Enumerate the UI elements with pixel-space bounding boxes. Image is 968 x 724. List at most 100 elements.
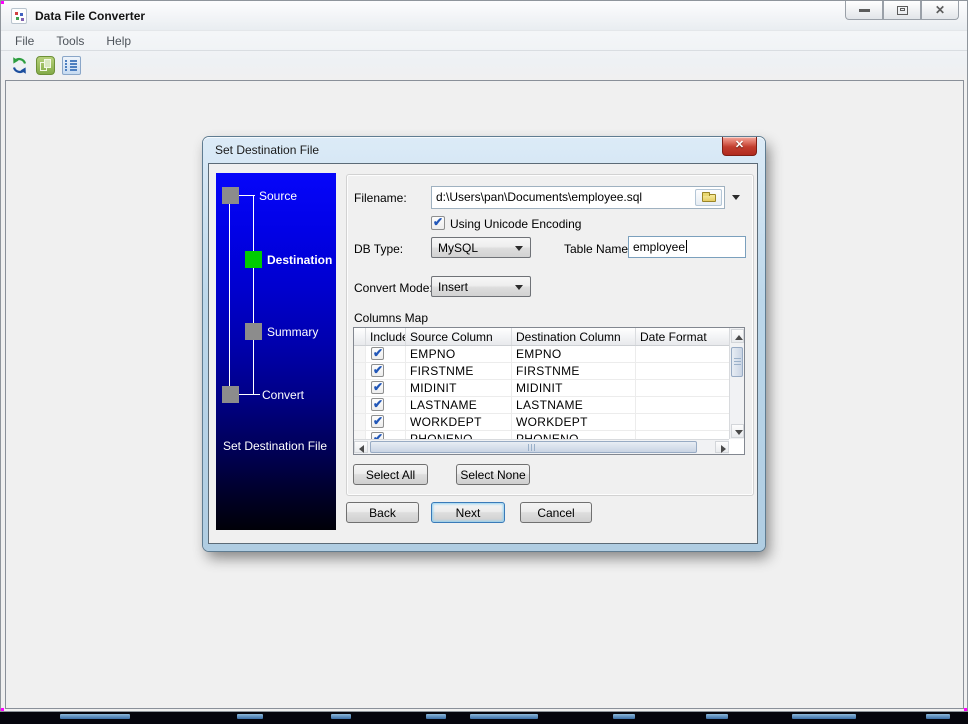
convert-mode-label: Convert Mode: (354, 281, 433, 295)
list-line (70, 60, 77, 62)
db-type-select[interactable]: MySQL (431, 237, 531, 258)
include-column-header[interactable]: Include (366, 328, 406, 345)
source-column-header[interactable]: Source Column (406, 328, 512, 345)
wizard-connector (239, 195, 255, 196)
filename-dropdown-icon[interactable] (732, 195, 740, 200)
dialog-close-button[interactable]: ✕ (722, 137, 757, 156)
copy-files-icon[interactable] (36, 56, 55, 75)
destination-column-cell: WORKDEPT (512, 414, 636, 430)
close-button[interactable]: ✕ (921, 1, 959, 20)
next-button[interactable]: Next (431, 502, 505, 523)
columns-map-label: Columns Map (354, 311, 428, 325)
browse-button[interactable] (695, 189, 722, 206)
chevron-down-icon (515, 285, 523, 290)
maximize-icon (897, 6, 908, 15)
folder-icon (702, 194, 716, 202)
include-cell (366, 380, 406, 396)
table-row: WORKDEPT WORKDEPT (354, 414, 729, 431)
date-format-cell (636, 363, 729, 379)
scroll-right-button[interactable] (715, 441, 729, 453)
wizard-step-summary-marker (245, 323, 262, 340)
convert-mode-select[interactable]: Insert (431, 276, 531, 297)
corner-pixel (964, 708, 967, 711)
date-format-cell (636, 380, 729, 396)
vertical-scroll-thumb[interactable] (731, 347, 743, 377)
db-type-label: DB Type: (354, 242, 403, 256)
menu-help[interactable]: Help (106, 34, 131, 48)
thumb-grip (734, 361, 741, 362)
scroll-up-button[interactable] (731, 329, 744, 343)
row-selector[interactable] (354, 346, 366, 362)
taskbar-segment (60, 714, 130, 719)
scroll-left-button[interactable] (354, 441, 368, 453)
wizard-step-summary-label: Summary (267, 325, 318, 339)
wizard-sidebar: Source Destination Summary Convert Set D… (216, 173, 336, 530)
table-row: FIRSTNME FIRSTNME (354, 363, 729, 380)
table-name-input[interactable]: employee (628, 236, 746, 258)
include-cell (366, 346, 406, 362)
arrow-left-icon (359, 445, 364, 453)
wizard-connector (229, 204, 230, 395)
include-checkbox[interactable] (371, 415, 384, 428)
row-selector[interactable] (354, 397, 366, 413)
destination-column-header[interactable]: Destination Column (512, 328, 636, 345)
include-checkbox[interactable] (371, 347, 384, 360)
include-checkbox[interactable] (371, 381, 384, 394)
horizontal-scrollbar[interactable] (354, 439, 729, 454)
corner-pixel (1, 708, 4, 711)
row-selector[interactable] (354, 380, 366, 396)
include-cell (366, 414, 406, 430)
set-destination-dialog: Set Destination File ✕ Source Destinatio… (203, 137, 765, 551)
convert-mode-value: Insert (438, 280, 468, 294)
horizontal-scroll-thumb[interactable] (370, 441, 697, 453)
arrow-down-icon (735, 430, 743, 435)
minimize-button[interactable] (845, 1, 883, 20)
wizard-step-source-label: Source (259, 189, 297, 203)
chevron-down-icon (515, 246, 523, 251)
select-all-button[interactable]: Select All (353, 464, 428, 485)
taskbar-segment (470, 714, 538, 719)
window-title: Data File Converter (35, 9, 145, 23)
date-format-column-header[interactable]: Date Format (636, 328, 729, 345)
scroll-down-button[interactable] (731, 424, 744, 438)
close-icon: ✕ (735, 139, 744, 151)
destination-column-cell: FIRSTNME (512, 363, 636, 379)
vertical-scrollbar[interactable] (729, 328, 744, 439)
table-header-row: Include Source Column Destination Column… (354, 328, 729, 346)
wizard-step-destination-marker (245, 251, 262, 268)
source-column-cell: FIRSTNME (406, 363, 512, 379)
dialog-titlebar: Set Destination File ✕ (203, 137, 765, 163)
list-dots (65, 60, 67, 72)
table-row: LASTNAME LASTNAME (354, 397, 729, 414)
row-selector[interactable] (354, 363, 366, 379)
date-format-cell (636, 397, 729, 413)
menubar: File Tools Help (1, 30, 967, 51)
row-selector[interactable] (354, 414, 366, 430)
filename-value: d:\Users\pan\Documents\employee.sql (436, 190, 642, 204)
include-cell (366, 397, 406, 413)
sync-convert-icon[interactable] (10, 56, 29, 75)
toolbar (1, 52, 967, 79)
source-column-cell: MIDINIT (406, 380, 512, 396)
column-list-icon[interactable] (62, 56, 81, 75)
page-shape (44, 59, 51, 68)
thumb-grip (531, 444, 532, 451)
menu-tools[interactable]: Tools (56, 34, 84, 48)
app-icon (11, 8, 27, 24)
table-row: MIDINIT MIDINIT (354, 380, 729, 397)
include-checkbox[interactable] (371, 398, 384, 411)
back-button[interactable]: Back (346, 502, 419, 523)
include-checkbox[interactable] (371, 364, 384, 377)
close-icon: ✕ (935, 4, 945, 16)
unicode-checkbox[interactable] (431, 216, 445, 230)
filename-input[interactable]: d:\Users\pan\Documents\employee.sql (431, 186, 725, 209)
taskbar-segment (613, 714, 635, 719)
columns-map-table: Include Source Column Destination Column… (353, 327, 745, 455)
list-line (70, 63, 77, 65)
destination-column-cell: EMPNO (512, 346, 636, 362)
menu-file[interactable]: File (15, 34, 34, 48)
taskbar-segment (706, 714, 728, 719)
cancel-button[interactable]: Cancel (520, 502, 592, 523)
select-none-button[interactable]: Select None (456, 464, 530, 485)
maximize-button[interactable] (883, 1, 921, 20)
